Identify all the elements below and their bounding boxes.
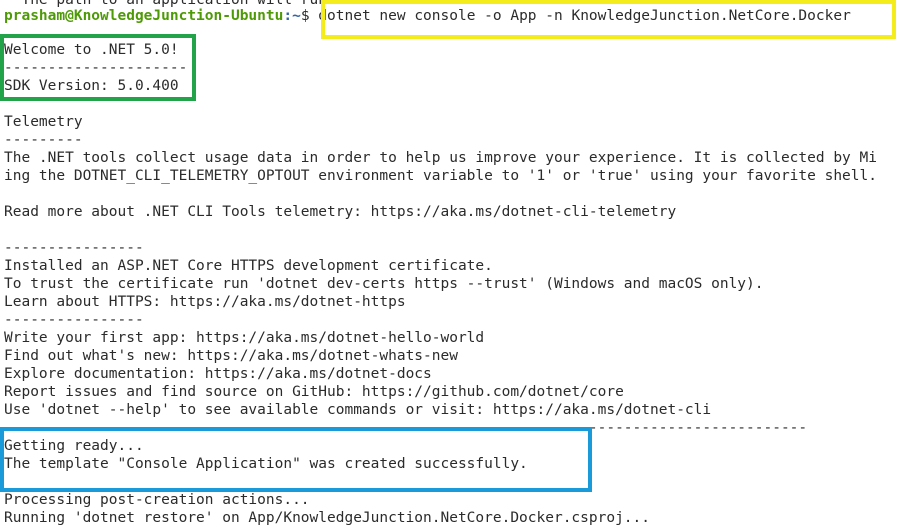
terminal-line: --------------------- <box>4 60 188 76</box>
terminal-line: Running 'dotnet restore' on App/Knowledg… <box>4 510 651 526</box>
terminal-line: --------- <box>4 132 83 148</box>
terminal-line: Welcome to .NET 5.0! <box>4 42 179 58</box>
prompt-path: :~ <box>283 8 301 24</box>
terminal-line: Telemetry <box>4 114 83 130</box>
command-text: dotnet new console -o App -n KnowledgeJu… <box>318 8 851 24</box>
prompt-symbol: $ <box>300 8 319 24</box>
terminal-line: Use 'dotnet --help' to see available com… <box>4 402 712 418</box>
terminal-line: ing the DOTNET_CLI_TELEMETRY_OPTOUT envi… <box>4 168 877 184</box>
terminal-line: Find out what's new: https://aka.ms/dotn… <box>4 348 458 364</box>
terminal-line: Write your first app: https://aka.ms/dot… <box>4 330 485 346</box>
prompt-user-host: prasham@KnowledgeJunction-Ubuntu <box>4 8 284 24</box>
prompt-line: prasham@KnowledgeJunction-Ubuntu:~$ dotn… <box>4 7 851 25</box>
terminal-line: Read more about .NET CLI Tools telemetry… <box>4 204 677 220</box>
terminal-line: ---------------- <box>4 240 144 256</box>
terminal-line: Report issues and find source on GitHub:… <box>4 384 624 400</box>
terminal-line: ----------------------------------------… <box>4 420 808 436</box>
terminal-line: The .NET tools collect usage data in ord… <box>4 150 877 166</box>
terminal-line: Installed an ASP.NET Core HTTPS developm… <box>4 258 493 274</box>
terminal-window[interactable]: The path to an application will run. An … <box>0 0 904 527</box>
terminal-line: To trust the certificate run 'dotnet dev… <box>4 276 764 292</box>
terminal-line: Processing post-creation actions... <box>4 492 310 508</box>
terminal-line: Getting ready... <box>4 438 144 454</box>
terminal-line: ---------------- <box>4 312 144 328</box>
terminal-line: Learn about HTTPS: https://aka.ms/dotnet… <box>4 294 406 310</box>
terminal-line: SDK Version: 5.0.400 <box>4 78 179 94</box>
terminal-line: Explore documentation: https://aka.ms/do… <box>4 366 432 382</box>
terminal-line: The template "Console Application" was c… <box>4 456 528 472</box>
